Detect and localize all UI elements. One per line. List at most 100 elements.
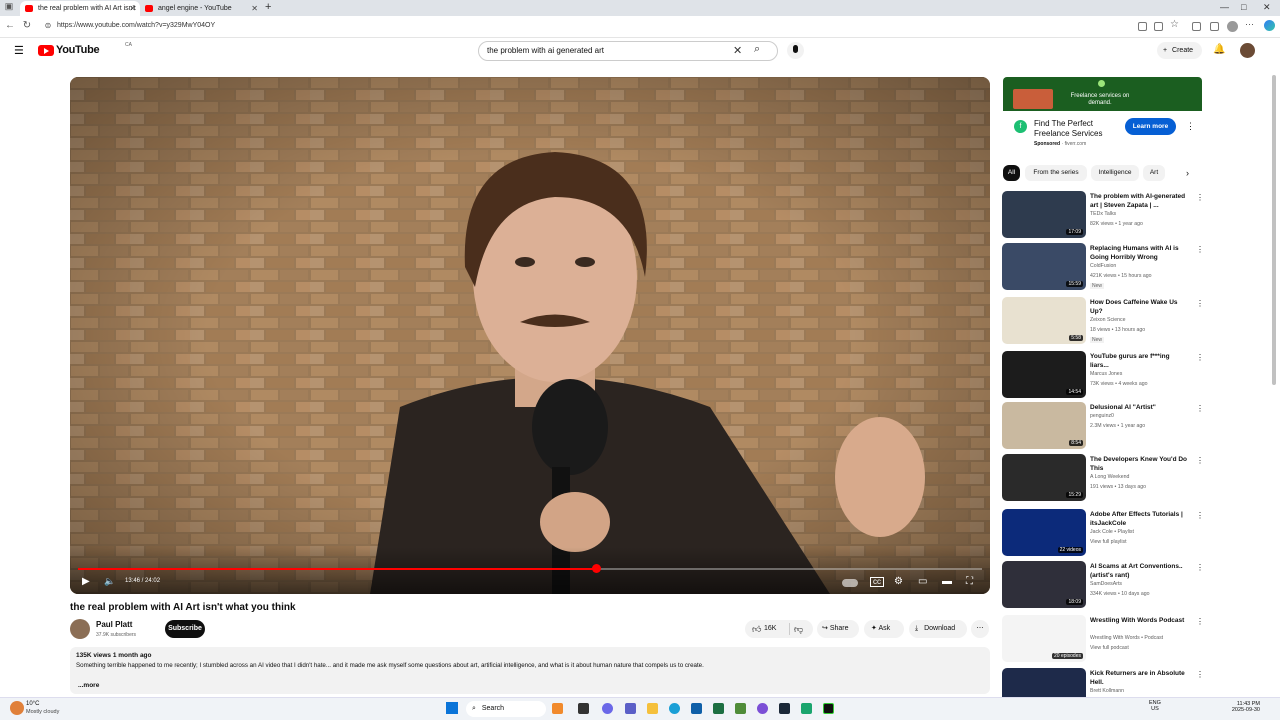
video-thumbnail[interactable]: 17:09	[1002, 191, 1086, 238]
favorites-icon[interactable]	[1210, 22, 1219, 31]
url-text[interactable]: https://www.youtube.com/watch?v=y329MwY0…	[57, 22, 215, 29]
close-window-icon[interactable]: ✕	[1263, 2, 1271, 13]
volume-icon[interactable]: 🔈	[104, 576, 115, 587]
recommended-video[interactable]: 14:54 YouTube gurus are f***ing liars... M…	[1002, 351, 1204, 401]
recommended-channel[interactable]: Jack Cole • Playlist	[1090, 529, 1134, 535]
video-menu-icon[interactable]: ⋮	[1196, 511, 1204, 520]
back-icon[interactable]: ←	[4, 20, 16, 31]
ad-title[interactable]: Find The Perfect Freelance Services	[1034, 119, 1119, 139]
ad-menu-icon[interactable]: ⋮	[1186, 121, 1195, 132]
download-button[interactable]: ⤓ Download	[909, 620, 967, 638]
tab-actions-icon[interactable]: ▣	[3, 1, 15, 12]
language-indicator[interactable]: ENG US	[1149, 700, 1161, 712]
minimize-icon[interactable]: —	[1220, 2, 1229, 12]
taskbar-edge-icon[interactable]	[669, 703, 680, 714]
video-thumbnail[interactable]: 15:59	[1002, 243, 1086, 290]
close-tab-icon[interactable]: ✕	[129, 1, 136, 16]
taskbar-app-icon[interactable]	[801, 703, 812, 714]
recommended-video[interactable]: 15:29 The Developers Knew You'd Do This A …	[1002, 454, 1204, 504]
recommended-title[interactable]: How Does Caffeine Wake Us Up?	[1090, 298, 1190, 316]
recommended-video[interactable]: 20 episodes Wrestling With Words Podcast W…	[1002, 615, 1204, 665]
chips-next-chevron-icon[interactable]: ›	[1186, 168, 1189, 178]
progress-scrubber[interactable]	[591, 564, 601, 573]
site-info-icon[interactable]: ⊜	[42, 21, 54, 30]
recommended-title[interactable]: AI Scams at Art Conventions.. (artist's …	[1090, 562, 1190, 580]
taskbar-app-icon[interactable]	[552, 703, 563, 714]
extension-icon[interactable]	[1154, 22, 1163, 31]
profile-avatar[interactable]	[1227, 21, 1238, 32]
ask-button[interactable]: ✦ Ask	[864, 620, 904, 638]
video-player[interactable]: ▶ 🔈 13:46 / 24:02 cc ⚙ ▭ ▬ ⛶	[70, 77, 990, 594]
recommended-video[interactable]: 15:59 Replacing Humans with AI is Going H…	[1002, 243, 1204, 293]
channel-name[interactable]: Paul Platt	[96, 620, 132, 629]
create-button[interactable]: + Create	[1157, 42, 1202, 59]
chip-intelligence[interactable]: Intelligence	[1091, 165, 1139, 181]
extension-icon[interactable]	[1138, 22, 1147, 31]
search-input[interactable]	[487, 46, 727, 55]
chip-art[interactable]: Art	[1143, 165, 1165, 181]
video-thumbnail[interactable]: 18:09	[1002, 561, 1086, 608]
fullscreen-icon[interactable]: ⛶	[966, 576, 973, 587]
channel-avatar[interactable]	[70, 619, 90, 639]
refresh-icon[interactable]: ↻	[21, 20, 33, 31]
chip-all[interactable]: All	[1003, 165, 1020, 181]
taskbar-app-icon[interactable]	[578, 703, 589, 714]
page-scrollbar-thumb[interactable]	[1272, 75, 1276, 385]
dislike-icon[interactable]: 👎︎	[794, 620, 803, 638]
taskbar-terminal-icon[interactable]	[823, 703, 834, 714]
taskbar-app-icon[interactable]	[757, 703, 768, 714]
video-menu-icon[interactable]: ⋮	[1196, 353, 1204, 362]
recommended-title[interactable]: Wrestling With Words Podcast	[1090, 616, 1190, 625]
recommended-channel[interactable]: Marcus Jones	[1090, 371, 1122, 377]
extension-icon[interactable]	[1192, 22, 1201, 31]
share-button[interactable]: ↪ Share	[817, 620, 859, 638]
recommended-video[interactable]: 8:54 Delusional AI "Artist" penguinz0 2.3M …	[1002, 402, 1204, 452]
recommended-channel[interactable]: Wrestling With Words • Podcast	[1090, 635, 1163, 641]
bookmark-star-icon[interactable]: ☆	[1170, 19, 1179, 30]
video-menu-icon[interactable]: ⋮	[1196, 404, 1204, 413]
tab-inactive[interactable]: angel engine - YouTube ✕	[140, 1, 262, 16]
weather-icon[interactable]	[10, 701, 24, 715]
voice-search-button[interactable]	[787, 42, 804, 59]
new-tab-button[interactable]: +	[265, 1, 271, 13]
recommended-channel[interactable]: Brett Kollmann	[1090, 688, 1124, 694]
chip-from-the-series[interactable]: From the series	[1025, 165, 1087, 181]
recommended-title[interactable]: YouTube gurus are f***ing liars...	[1090, 352, 1190, 370]
video-menu-icon[interactable]: ⋮	[1196, 456, 1204, 465]
show-more-link[interactable]: ...more	[78, 682, 99, 689]
video-menu-icon[interactable]: ⋮	[1196, 563, 1204, 572]
video-menu-icon[interactable]: ⋮	[1196, 245, 1204, 254]
clear-search-icon[interactable]: ✕	[733, 44, 742, 57]
recommended-title[interactable]: Delusional AI "Artist"	[1090, 403, 1190, 412]
taskbar-teams-icon[interactable]	[625, 703, 636, 714]
notifications-bell-icon[interactable]: 🔔	[1213, 44, 1225, 55]
recommended-channel[interactable]: ColdFusion	[1090, 263, 1116, 269]
learn-more-button[interactable]: Learn more	[1125, 118, 1176, 135]
video-menu-icon[interactable]: ⋮	[1196, 617, 1204, 626]
search-icon[interactable]: ⌕	[754, 43, 760, 56]
autoplay-toggle[interactable]	[842, 579, 858, 587]
taskbar-store-icon[interactable]	[691, 703, 702, 714]
video-thumbnail[interactable]: 14:54	[1002, 351, 1086, 398]
video-menu-icon[interactable]: ⋮	[1196, 193, 1204, 202]
recommended-channel[interactable]: SamDoesArts	[1090, 581, 1122, 587]
miniplayer-icon[interactable]: ▭	[918, 576, 927, 587]
recommended-title[interactable]: Adobe After Effects Tutorials | itsJackC…	[1090, 510, 1190, 528]
recommended-video[interactable]: 22 videos Adobe After Effects Tutorials |…	[1002, 509, 1204, 559]
recommended-channel[interactable]: TEDx Talks	[1090, 211, 1116, 217]
taskbar-app-icon[interactable]	[735, 703, 746, 714]
maximize-icon[interactable]: □	[1241, 2, 1246, 12]
start-windows-icon[interactable]	[446, 702, 458, 714]
account-avatar[interactable]	[1240, 43, 1255, 58]
taskbar-steam-icon[interactable]	[779, 703, 790, 714]
taskbar-excel-icon[interactable]	[713, 703, 724, 714]
recommended-channel[interactable]: A Long Weekend	[1090, 474, 1129, 480]
copilot-icon[interactable]	[1264, 20, 1275, 31]
video-thumbnail[interactable]: 20 episodes	[1002, 615, 1086, 662]
recommended-title[interactable]: Kick Returners are in Absolute Hell.	[1090, 669, 1190, 687]
taskbar-copilot-icon[interactable]	[602, 703, 613, 714]
tab-active[interactable]: the real problem with AI Art isn't ✕	[20, 1, 140, 16]
video-thumbnail[interactable]: 8:54	[1002, 402, 1086, 449]
video-thumbnail[interactable]: 15:29	[1002, 454, 1086, 501]
settings-gear-icon[interactable]: ⚙	[894, 576, 903, 587]
